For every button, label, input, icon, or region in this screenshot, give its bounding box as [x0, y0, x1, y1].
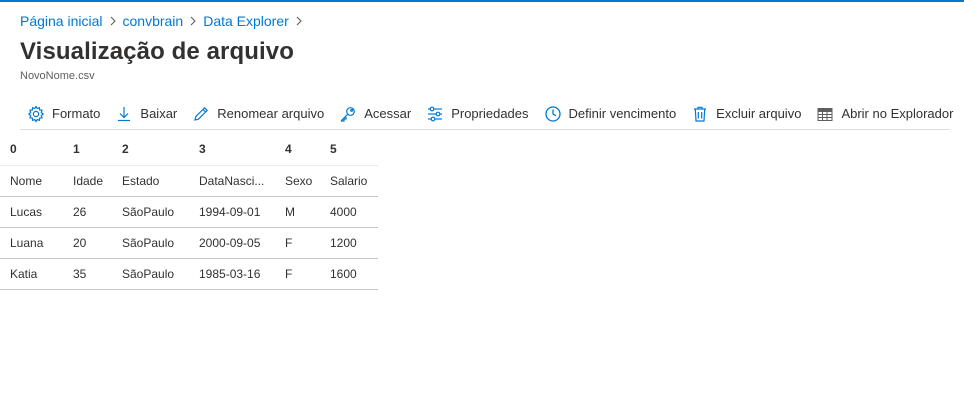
- format-button-label: Formato: [52, 106, 101, 121]
- data-table: 0 1 2 3 4 5 Nome Idade Estado DataNasci.…: [0, 134, 378, 290]
- column-index-header: 3: [189, 134, 275, 166]
- table-cell: 2000-09-05: [189, 227, 275, 259]
- rename-file-button-label: Renomear arquivo: [217, 106, 325, 121]
- column-index-header-row: 0 1 2 3 4 5: [0, 134, 378, 166]
- set-expiration-button-label: Definir vencimento: [568, 106, 677, 121]
- table-cell: Estado: [112, 165, 189, 197]
- command-bar: Formato Baixar Renomear arquivo Acessar …: [20, 98, 953, 130]
- rename-file-button[interactable]: Renomear arquivo: [185, 99, 330, 129]
- table-cell: 35: [63, 258, 112, 290]
- table-cell: Salario: [320, 165, 378, 197]
- table-cell: M: [275, 196, 320, 228]
- top-accent-bar: [0, 0, 964, 2]
- breadcrumb-data-explorer-link[interactable]: Data Explorer: [203, 13, 289, 29]
- breadcrumb: Página inicial convbrain Data Explorer: [20, 12, 309, 30]
- table-cell: Idade: [63, 165, 112, 197]
- clock-icon: [543, 104, 563, 124]
- open-in-explorer-button[interactable]: Abrir no Explorador: [809, 99, 959, 129]
- table-cell: Katia: [0, 258, 63, 290]
- open-in-explorer-button-label: Abrir no Explorador: [841, 106, 954, 121]
- delete-file-button-label: Excluir arquivo: [716, 106, 802, 121]
- properties-button-label: Propriedades: [451, 106, 529, 121]
- table-cell: Lucas: [0, 196, 63, 228]
- chevron-right-icon: [289, 16, 309, 26]
- download-button-label: Baixar: [140, 106, 178, 121]
- chevron-right-icon: [183, 16, 203, 26]
- table-cell: SãoPaulo: [112, 227, 189, 259]
- table-cell: 1994-09-01: [189, 196, 275, 228]
- access-button[interactable]: Acessar: [332, 99, 417, 129]
- pencil-icon: [191, 104, 211, 124]
- table-cell: Sexo: [275, 165, 320, 197]
- table-row: Katia 35 SãoPaulo 1985-03-16 F 1600: [0, 258, 378, 290]
- table-cell: SãoPaulo: [112, 196, 189, 228]
- table-cell: DataNasci...: [189, 165, 275, 197]
- table-cell: F: [275, 227, 320, 259]
- key-icon: [338, 104, 358, 124]
- breadcrumb-home-link[interactable]: Página inicial: [20, 13, 103, 29]
- explorer-icon: [815, 104, 835, 124]
- trash-icon: [690, 104, 710, 124]
- properties-button[interactable]: Propriedades: [419, 99, 534, 129]
- file-preview-grid: 0 1 2 3 4 5 Nome Idade Estado DataNasci.…: [0, 134, 378, 290]
- column-index-header: 2: [112, 134, 189, 166]
- table-cell: Luana: [0, 227, 63, 259]
- download-icon: [114, 104, 134, 124]
- table-cell: 4000: [320, 196, 378, 228]
- set-expiration-button[interactable]: Definir vencimento: [537, 99, 683, 129]
- column-index-header: 0: [0, 134, 63, 166]
- file-name-subtitle: NovoNome.csv: [20, 70, 95, 82]
- table-row: Nome Idade Estado DataNasci... Sexo Sala…: [0, 165, 378, 197]
- column-index-header: 5: [320, 134, 378, 166]
- delete-file-button[interactable]: Excluir arquivo: [684, 99, 807, 129]
- table-row: Lucas 26 SãoPaulo 1994-09-01 M 4000: [0, 196, 378, 228]
- breadcrumb-convbrain-link[interactable]: convbrain: [123, 13, 184, 29]
- table-cell: 20: [63, 227, 112, 259]
- page-title: Visualização de arquivo: [20, 38, 294, 65]
- table-cell: SãoPaulo: [112, 258, 189, 290]
- column-index-header: 1: [63, 134, 112, 166]
- table-cell: 1985-03-16: [189, 258, 275, 290]
- sliders-icon: [425, 104, 445, 124]
- table-cell: 26: [63, 196, 112, 228]
- access-button-label: Acessar: [364, 106, 412, 121]
- table-cell: 1200: [320, 227, 378, 259]
- table-cell: Nome: [0, 165, 63, 197]
- table-cell: F: [275, 258, 320, 290]
- table-cell: 1600: [320, 258, 378, 290]
- download-button[interactable]: Baixar: [108, 99, 183, 129]
- table-row: Luana 20 SãoPaulo 2000-09-05 F 1200: [0, 227, 378, 259]
- gear-icon: [26, 104, 46, 124]
- chevron-right-icon: [103, 16, 123, 26]
- column-index-header: 4: [275, 134, 320, 166]
- format-button[interactable]: Formato: [20, 99, 106, 129]
